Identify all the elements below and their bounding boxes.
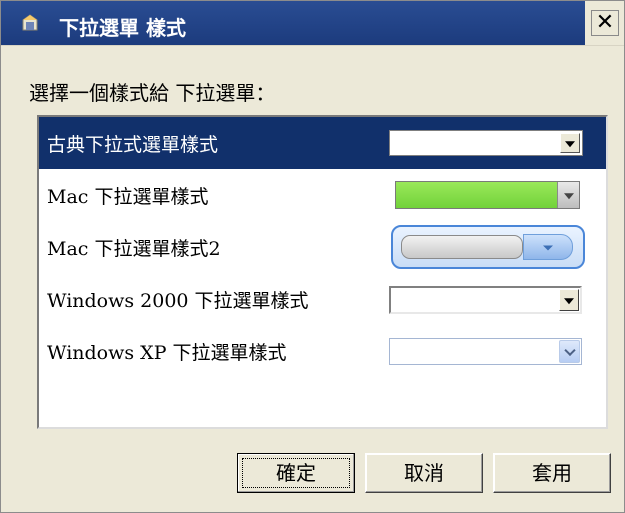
ok-button-label: 確定 <box>242 458 350 488</box>
app-icon <box>22 14 38 31</box>
ok-button[interactable]: 確定 <box>237 453 355 493</box>
mac2-dropdown-field <box>401 235 523 259</box>
dropdown-style-dialog: 下拉選單 樣式 ✕ 選擇一個樣式給 下拉選單： 古典下拉式選單樣式 Mac 下拉… <box>0 0 625 513</box>
mac-dropdown-preview <box>395 181 580 209</box>
mac2-dropdown-preview <box>391 225 585 269</box>
style-option-label: Mac 下拉選單樣式2 <box>47 238 221 260</box>
winxp-dropdown-preview <box>389 338 582 365</box>
chevron-down-icon <box>523 234 573 260</box>
chevron-down-icon <box>557 182 579 208</box>
style-option-label: Windows XP 下拉選單樣式 <box>47 342 287 364</box>
style-prompt: 選擇一個樣式給 下拉選單： <box>29 81 276 105</box>
title-bar[interactable]: 下拉選單 樣式 ✕ <box>1 1 624 46</box>
style-option-label: Windows 2000 下拉選單樣式 <box>47 290 309 312</box>
apply-button[interactable]: 套用 <box>493 453 611 493</box>
classic-dropdown-preview <box>389 130 583 156</box>
style-listbox[interactable]: 古典下拉式選單樣式 Mac 下拉選單樣式 Mac 下拉選單樣式2 Windows… <box>37 115 608 429</box>
style-option-classic[interactable]: 古典下拉式選單樣式 <box>39 117 606 169</box>
chevron-down-icon <box>560 133 580 153</box>
style-option-label: Mac 下拉選單樣式 <box>47 186 209 208</box>
style-option-winxp[interactable]: Windows XP 下拉選單樣式 <box>39 325 606 377</box>
close-icon: ✕ <box>595 10 615 35</box>
style-option-label: 古典下拉式選單樣式 <box>47 134 219 156</box>
window-title: 下拉選單 樣式 <box>59 16 186 40</box>
style-option-mac2[interactable]: Mac 下拉選單樣式2 <box>39 221 606 273</box>
style-option-mac[interactable]: Mac 下拉選單樣式 <box>39 169 606 221</box>
cancel-button[interactable]: 取消 <box>365 453 483 493</box>
style-option-win2000[interactable]: Windows 2000 下拉選單樣式 <box>39 273 606 325</box>
chevron-down-icon <box>559 340 580 363</box>
close-button[interactable]: ✕ <box>591 10 619 36</box>
chevron-down-icon <box>559 289 579 311</box>
win2000-dropdown-preview <box>389 286 582 314</box>
